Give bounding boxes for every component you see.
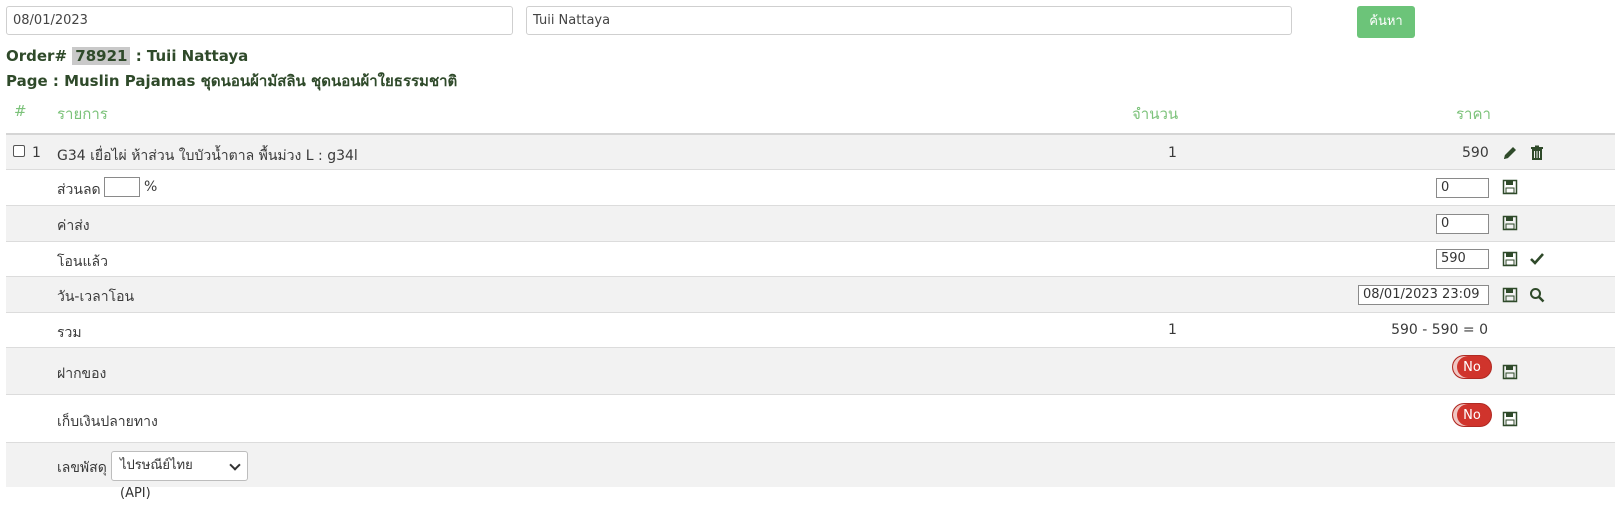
date-search-input[interactable]: 08/01/2023 bbox=[6, 6, 513, 35]
deposit-toggle[interactable]: No bbox=[1452, 355, 1492, 379]
chevron-down-icon bbox=[229, 459, 241, 471]
save-icon[interactable] bbox=[1502, 411, 1518, 427]
order-customer: : Tuii Nattaya bbox=[135, 47, 249, 65]
save-icon[interactable] bbox=[1502, 364, 1518, 380]
discount-label: ส่วนลด bbox=[57, 182, 101, 198]
deposit-label: ฝากของ bbox=[57, 366, 107, 382]
item-price: 590 bbox=[1462, 145, 1489, 161]
search-icon[interactable] bbox=[1529, 287, 1545, 303]
save-icon[interactable] bbox=[1502, 287, 1518, 303]
col-header-num: # bbox=[14, 102, 27, 120]
discount-percent-sign: % bbox=[144, 179, 158, 195]
total-qty: 1 bbox=[1168, 322, 1177, 338]
table-row-tracking: เลขพัสดุ ไปรษณีย์ไทย (API) bbox=[6, 442, 1615, 501]
save-icon[interactable] bbox=[1502, 251, 1518, 267]
transferred-value-input[interactable]: 590 bbox=[1436, 249, 1489, 269]
col-header-item: รายการ bbox=[57, 105, 108, 123]
order-page-line: Page : Muslin Pajamas ชุดนอนผ้ามัสลิน ชุ… bbox=[6, 72, 458, 90]
save-icon[interactable] bbox=[1502, 179, 1518, 195]
table-row-total: รวม 1 590 - 590 = 0 bbox=[6, 312, 1615, 347]
total-summary: 590 - 590 = 0 bbox=[1391, 322, 1488, 338]
col-header-qty: จำนวน bbox=[1132, 105, 1179, 123]
table-row-transferred: โอนแล้ว 590 bbox=[6, 241, 1615, 276]
item-name: G34 เยื่อไผ่ ห้าส่วน ใบบัวน้ำตาล พื้นม่ว… bbox=[57, 148, 358, 164]
shipping-label: ค่าส่ง bbox=[57, 218, 90, 234]
table-row-cod: เก็บเงินปลายทาง No bbox=[6, 394, 1615, 442]
table-row-transfer-datetime: วัน-เวลาโอน 08/01/2023 23:09 bbox=[6, 276, 1615, 312]
table-row-item: 1 G34 เยื่อไผ่ ห้าส่วน ใบบัวน้ำตาล พื้นม… bbox=[6, 133, 1615, 169]
table-row-deposit: ฝากของ No bbox=[6, 347, 1615, 394]
order-prefix: Order# bbox=[6, 47, 68, 65]
table-row-discount: ส่วนลด % 0 bbox=[6, 169, 1615, 205]
edit-pencil-icon[interactable] bbox=[1502, 145, 1518, 161]
discount-value-input[interactable]: 0 bbox=[1436, 178, 1489, 198]
cod-label: เก็บเงินปลายทาง bbox=[57, 414, 158, 430]
shipping-value-input[interactable]: 0 bbox=[1436, 214, 1489, 234]
transferred-label: โอนแล้ว bbox=[57, 254, 108, 270]
search-button[interactable]: ค้นหา bbox=[1357, 6, 1415, 38]
item-checkbox[interactable] bbox=[13, 145, 25, 157]
discount-percent-input[interactable] bbox=[104, 177, 140, 197]
cod-toggle[interactable]: No bbox=[1452, 403, 1492, 427]
table-row-shipping: ค่าส่ง 0 bbox=[6, 205, 1615, 241]
order-title: Order# 78921 : Tuii Nattaya bbox=[6, 47, 248, 65]
name-search-input[interactable]: Tuii Nattaya bbox=[526, 6, 1292, 35]
item-qty: 1 bbox=[1168, 145, 1177, 161]
checkmark-icon[interactable] bbox=[1529, 251, 1545, 267]
trash-icon[interactable] bbox=[1529, 145, 1545, 161]
order-number: 78921 bbox=[72, 47, 131, 65]
save-icon[interactable] bbox=[1502, 215, 1518, 231]
tracking-label: เลขพัสดุ bbox=[57, 460, 107, 476]
transfer-datetime-input[interactable]: 08/01/2023 23:09 bbox=[1358, 285, 1489, 305]
tracking-carrier-select[interactable]: ไปรษณีย์ไทย (API) bbox=[111, 451, 248, 501]
total-label: รวม bbox=[57, 325, 82, 341]
transfer-datetime-label: วัน-เวลาโอน bbox=[57, 289, 135, 305]
item-index: 1 bbox=[32, 145, 41, 161]
col-header-price: ราคา bbox=[1456, 105, 1491, 123]
tracking-carrier-selected: ไปรษณีย์ไทย (API) bbox=[120, 458, 193, 501]
